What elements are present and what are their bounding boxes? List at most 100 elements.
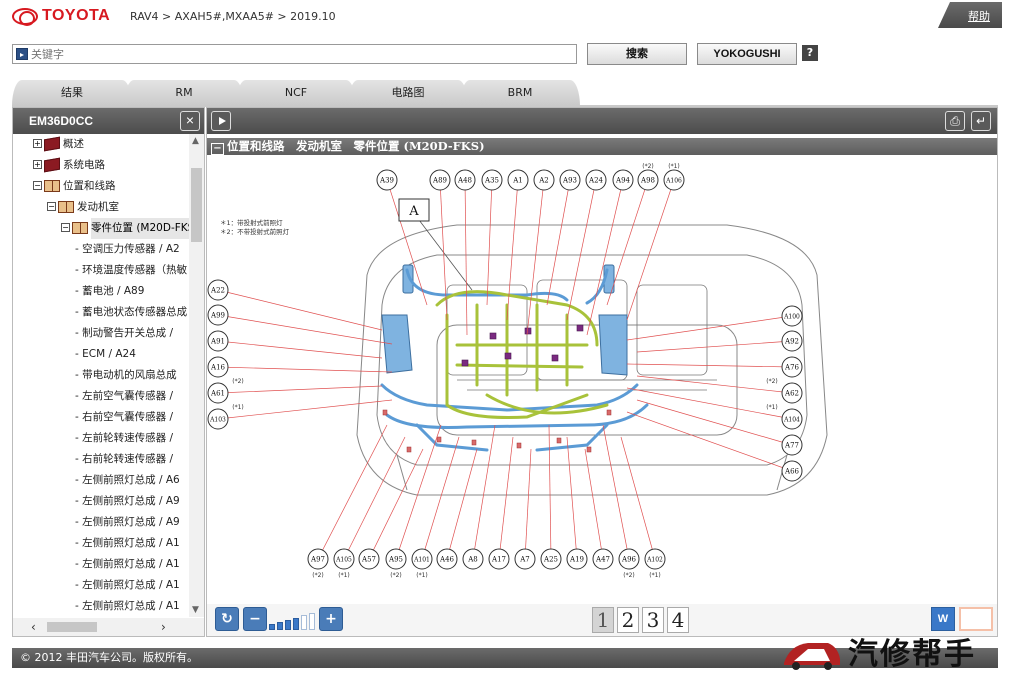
scroll-right-icon[interactable]: › [161,620,166,634]
yokogushi-button[interactable]: YOKOGUSHI [697,43,797,65]
connector-callout-a98[interactable]: A98 (*2) [637,163,659,191]
help-tab[interactable]: 帮助 [938,2,1002,28]
presentation-icon[interactable] [959,607,993,631]
connector-callout-a48[interactable]: A48 [454,169,476,191]
help-link[interactable]: 帮助 [968,8,990,24]
connector-callout-a2[interactable]: A2 [533,169,555,191]
connector-callout-a100[interactable]: A100 [781,305,803,327]
tree-vertical-scrollbar[interactable]: ▲ ▼ [189,134,204,617]
tree-folder-item[interactable]: − 位置和线路 [13,176,189,197]
expand-icon[interactable]: + [33,160,42,169]
zoom-level-bar-1[interactable] [269,624,275,630]
page-3-button[interactable]: 3 [642,607,664,633]
close-icon[interactable]: × [180,111,200,131]
zoom-in-icon[interactable]: + [319,607,343,631]
zoom-level-bar-3[interactable] [285,620,291,630]
tree-leaf-item[interactable]: - 带电动机的风扇总成 [13,365,189,386]
connector-callout-a104[interactable]: A104 (*1) [766,404,803,430]
tab-results[interactable]: 结果 [12,80,132,106]
search-box[interactable] [12,44,577,64]
zoom-level-bar-5[interactable] [301,615,307,630]
connector-callout-a19[interactable]: A19 [566,548,588,570]
page-4-button[interactable]: 4 [667,607,689,633]
page-2-button[interactable]: 2 [617,607,639,633]
connector-callout-a57[interactable]: A57 [358,548,380,570]
zoom-level-bar-2[interactable] [277,622,283,630]
tree-folder-item[interactable]: − 零件位置 (M20D-FKS [13,218,189,239]
tree-leaf-item[interactable]: - 左侧前照灯总成 / A1 [13,575,189,596]
zoom-level-bar-4[interactable] [293,618,299,630]
tab-wiring-diagram[interactable]: 电路图 [348,80,468,106]
connector-callout-a94[interactable]: A94 [612,169,634,191]
connector-callout-a1[interactable]: A1 [507,169,529,191]
word-export-icon[interactable]: W [931,607,955,631]
connector-callout-a101[interactable]: A101 (*1) [411,548,433,579]
collapse-icon[interactable]: − [211,143,224,155]
tree-leaf-item[interactable]: - 环境温度传感器（热敏 [13,260,189,281]
tab-ncf[interactable]: NCF [236,80,356,106]
search-button[interactable]: 搜索 [587,43,687,65]
hscroll-thumb[interactable] [47,622,97,632]
tree-leaf-item[interactable]: - 蓄电池 / A89 [13,281,189,302]
tree-leaf-item[interactable]: - 右前轮转速传感器 / [13,449,189,470]
tree-horizontal-scrollbar[interactable]: ‹ › [13,618,204,636]
connector-callout-a7[interactable]: A7 [514,548,536,570]
tree-folder-item[interactable]: − 发动机室 [13,197,189,218]
connector-callout-a61[interactable]: A61 (*2) [207,378,244,404]
search-toggle-icon[interactable] [16,48,28,60]
tree-leaf-item[interactable]: - 蓄电池状态传感器总成 [13,302,189,323]
connector-callout-a39[interactable]: A39 [376,169,398,191]
zoom-level-bar-6[interactable] [309,613,315,630]
connector-callout-a77[interactable]: A77 [781,434,803,456]
tree-leaf-item[interactable]: - 左侧前照灯总成 / A9 [13,491,189,512]
connector-callout-a89[interactable]: A89 [429,169,451,191]
expand-icon[interactable]: + [33,139,42,148]
back-icon[interactable]: ↵ [971,111,991,131]
connector-callout-a16[interactable]: A16 [207,356,229,378]
tree-leaf-item[interactable]: - ECM / A24 [13,344,189,365]
tree-leaf-item[interactable]: - 左侧前照灯总成 / A1 [13,554,189,575]
scroll-up-icon[interactable]: ▲ [192,136,199,146]
tree-leaf-item[interactable]: - 左侧前照灯总成 / A1 [13,533,189,554]
connector-callout-a25[interactable]: A25 [540,548,562,570]
connector-callout-a99[interactable]: A99 [207,304,229,326]
connector-callout-a102[interactable]: A102 (*1) [644,548,666,579]
connector-callout-a66[interactable]: A66 [781,460,803,482]
scroll-thumb[interactable] [191,168,202,242]
connector-callout-a92[interactable]: A92 [781,330,803,352]
connector-callout-a22[interactable]: A22 [207,279,229,301]
scroll-left-icon[interactable]: ‹ [31,620,36,634]
tree-leaf-item[interactable]: - 左侧前照灯总成 / A1 [13,596,189,617]
connector-callout-a8[interactable]: A8 [462,548,484,570]
tree-folder-item[interactable]: + 概述 [13,134,189,155]
collapse-icon[interactable]: − [33,181,42,190]
tree-leaf-item[interactable]: - 制动警告开关总成 / [13,323,189,344]
help-icon[interactable]: ? [802,45,818,61]
connector-callout-a24[interactable]: A24 [585,169,607,191]
connector-callout-a96[interactable]: A96 (*2) [618,548,640,579]
refresh-icon[interactable]: ↻ [215,607,239,631]
connector-callout-a106[interactable]: A106 (*1) [663,163,685,191]
tree-folder-item[interactable]: + 系统电路 [13,155,189,176]
tab-brm[interactable]: BRM [460,80,580,106]
tree-leaf-item[interactable]: - 左前空气囊传感器 / [13,386,189,407]
tree-leaf-item[interactable]: - 右前空气囊传感器 / [13,407,189,428]
wiring-location-diagram[interactable]: A39 A89 A48 A35 A1 A2 A93 A24 A94 A98 (*2) A106 (*1)… [207,155,997,602]
connector-callout-a46[interactable]: A46 [436,548,458,570]
connector-callout-a17[interactable]: A17 [488,548,510,570]
connector-callout-a93[interactable]: A93 [559,169,581,191]
expand-arrow-icon[interactable] [211,111,231,131]
connector-callout-a47[interactable]: A47 [592,548,614,570]
connector-callout-a35[interactable]: A35 [481,169,503,191]
connector-callout-a97[interactable]: A97 (*2) [307,548,329,579]
search-input[interactable] [31,46,571,62]
connector-callout-a91[interactable]: A91 [207,330,229,352]
tree-leaf-item[interactable]: - 左侧前照灯总成 / A6 [13,470,189,491]
print-icon[interactable]: ⎙ [945,111,965,131]
tree-leaf-item[interactable]: - 空调压力传感器 / A2 [13,239,189,260]
page-1-button[interactable]: 1 [592,607,614,633]
scroll-down-icon[interactable]: ▼ [192,605,199,615]
tree-leaf-item[interactable]: - 左侧前照灯总成 / A9 [13,512,189,533]
tree-leaf-item[interactable]: - 左前轮转速传感器 / [13,428,189,449]
tab-rm[interactable]: RM [124,80,244,106]
